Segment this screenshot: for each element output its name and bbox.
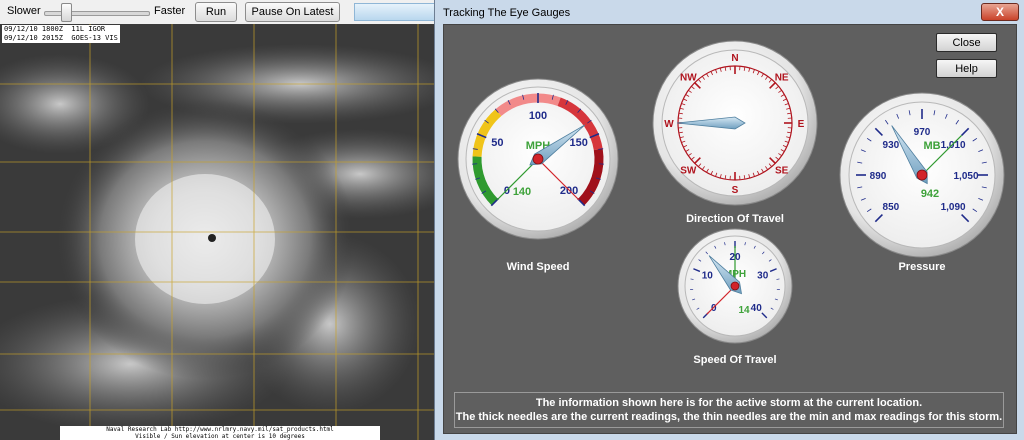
pressure-unit: MB (923, 140, 940, 152)
gauges-panel: Close Help 0 50 100 150 200 MPH 140 N NE… (443, 24, 1017, 434)
wind-speed-hub (532, 153, 544, 165)
caption-line-2: 09/12/10 2015Z GOES-13 VIS (4, 34, 118, 42)
window-title: Tracking The Eye Gauges (443, 7, 571, 19)
direction-gauge: N NE E SE S SW W NW (652, 40, 818, 206)
compass-point-se: SE (775, 166, 789, 177)
pressure-hub (916, 169, 928, 181)
speed-of-travel-label: Speed Of Travel (693, 354, 777, 366)
wind-speed-label: Wind Speed (506, 261, 570, 273)
compass-point-n: N (731, 53, 738, 64)
compass-point-e: E (798, 119, 805, 130)
pressure-tick-label: 850 (883, 202, 900, 213)
compass-point-nw: NW (680, 72, 697, 83)
compass-point-w: W (664, 119, 674, 130)
gauges-window: Tracking The Eye Gauges X Close Help 0 5… (434, 0, 1024, 440)
satellite-image: 09/12/10 1800Z 11L IGOR 09/12/10 2015Z G… (0, 24, 437, 440)
compass-point-sw: SW (680, 166, 697, 177)
wind-speed-gauge: 050100150200 MPH 140 (457, 78, 619, 240)
pressure-tick-label: 1,010 (941, 140, 966, 151)
direction-label: Direction Of Travel (686, 213, 784, 225)
wind-speed-value: 140 (513, 186, 531, 198)
footer-line-1: Naval Research Lab http://www.nrlmry.nav… (106, 426, 334, 433)
pressure-tick-label: 890 (870, 171, 887, 182)
satellite-imagery-picture (0, 24, 437, 440)
speed-of-travel-gauge: 010203040 MPH 14 (677, 228, 793, 344)
pressure-tick-label: 1,050 (953, 171, 978, 182)
speed-slider-thumb[interactable] (61, 3, 72, 22)
wind-speed-tick-label: 0 (504, 185, 510, 197)
info-box: The information shown here is for the ac… (454, 392, 1004, 428)
satellite-footer: Naval Research Lab http://www.nrlmry.nav… (60, 426, 380, 440)
speed-hub (730, 281, 740, 291)
run-button[interactable]: Run (195, 2, 237, 22)
pressure-tick-label: 1,090 (941, 202, 966, 213)
pressure-tick-label: 970 (914, 127, 931, 138)
footer-line-2: Visible / Sun elevation at center is 10 … (135, 433, 305, 440)
window-close-icon[interactable]: X (981, 3, 1019, 21)
satellite-caption: 09/12/10 1800Z 11L IGOR 09/12/10 2015Z G… (2, 25, 120, 43)
caption-line-1: 09/12/10 1800Z 11L IGOR (4, 25, 106, 33)
pause-on-latest-button[interactable]: Pause On Latest (245, 2, 340, 22)
compass-point-ne: NE (775, 72, 789, 83)
pressure-label: Pressure (898, 261, 946, 273)
wind-speed-tick-label: 50 (491, 137, 503, 149)
faster-label: Faster (154, 5, 186, 17)
gauges-canvas: 050100150200 MPH 140 NNEESESSWWNW 850890… (457, 40, 1005, 344)
pressure-tick-label: 930 (883, 140, 900, 151)
compass-point-s: S (732, 185, 739, 196)
wind-speed-tick-label: 150 (569, 137, 587, 149)
info-line-2: The thick needles are the current readin… (455, 411, 1003, 423)
pressure-gauge: 850 890 930 970 1,010 1,050 1,090 MB 942 (839, 92, 1005, 258)
speed-tick-label: 40 (751, 303, 763, 314)
info-line-1: The information shown here is for the ac… (535, 397, 923, 409)
wind-speed-tick-label: 200 (560, 185, 578, 197)
loading-progress-bar (354, 3, 440, 21)
speed-value: 14 (738, 305, 750, 316)
speed-tick-label: 10 (702, 271, 714, 282)
slower-label: Slower (7, 5, 41, 17)
speed-slider-track[interactable] (44, 11, 150, 16)
speed-tick-label: 30 (757, 271, 769, 282)
wind-speed-tick-label: 100 (529, 110, 547, 122)
pressure-value: 942 (921, 188, 939, 200)
